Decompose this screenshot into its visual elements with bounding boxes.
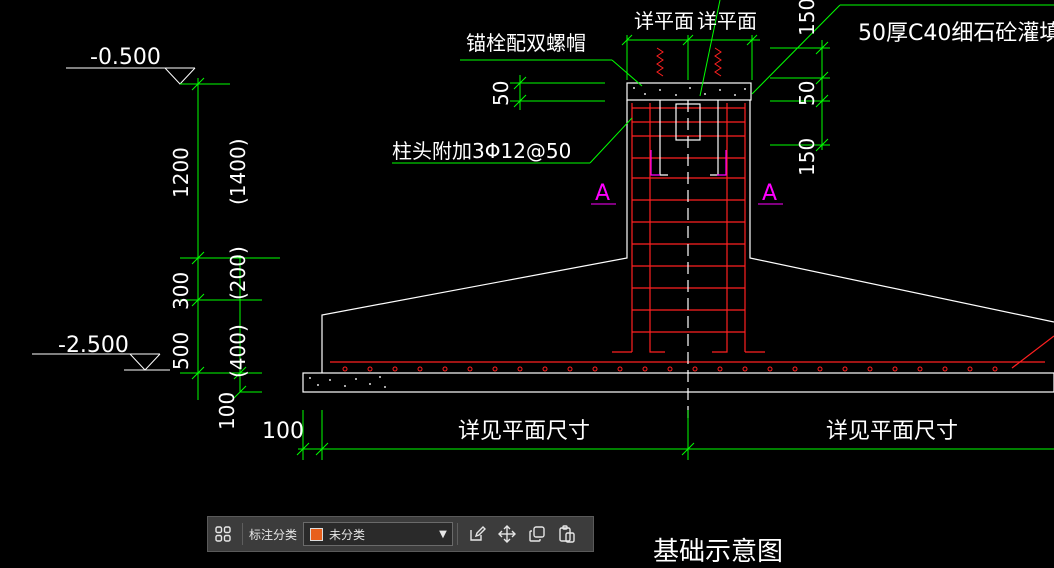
grout-note: 50厚C40细石砼灌填 <box>858 21 1054 46</box>
dim-200-label: (200) <box>226 246 250 300</box>
dim-50-right-label: 50 <box>795 81 819 106</box>
plan-detail-label-1: 详平面 <box>634 9 694 33</box>
svg-text:A: A <box>595 181 610 206</box>
paste-icon[interactable] <box>552 519 582 549</box>
toolbar-divider <box>242 523 243 545</box>
dim-100-vertical-label: 100 <box>215 392 239 430</box>
section-mark-right: A <box>758 181 783 206</box>
concrete-hatch <box>309 87 746 388</box>
dim-300-label: 300 <box>169 272 193 310</box>
cad-drawing-canvas[interactable]: -0.500 -2.500 1200 (1400) 300 (200) 500 … <box>0 0 1054 568</box>
category-color-swatch <box>310 527 324 541</box>
category-value: 未分类 <box>329 527 366 542</box>
anchor-nut-note: 锚栓配双螺帽 <box>466 31 586 55</box>
dim-1200-label: 1200 <box>169 147 193 198</box>
section-mark-left: A <box>591 181 616 206</box>
dim-150-top-label: 150 <box>795 0 819 36</box>
copy-icon[interactable] <box>522 519 552 549</box>
move-icon[interactable] <box>492 519 522 549</box>
bottom-rebar-dots <box>342 366 998 372</box>
annotation-category-label: 标注分类 <box>249 527 298 542</box>
dim-100-horizontal-label: 100 <box>262 419 304 444</box>
dim-1400-label: (1400) <box>226 138 250 205</box>
annotation-category-select[interactable]: 未分类 ▼ <box>303 522 454 546</box>
column-head-note: 柱头附加3Φ12@50 <box>392 139 571 163</box>
plan-size-left-label: 详见平面尺寸 <box>458 419 590 444</box>
annotation-toolbar: 标注分类 未分类 ▼ <box>207 516 594 552</box>
elevation-bottom-label: -2.500 <box>58 333 129 358</box>
drawing-title: 基础示意图 <box>653 537 783 567</box>
dim-150-right-label: 150 <box>795 138 819 176</box>
svg-text:A: A <box>762 181 777 206</box>
anchor-bolts <box>659 100 719 420</box>
dim-500-label: 500 <box>169 332 193 370</box>
dim-400-label: (400) <box>226 324 250 378</box>
dropdown-caret-icon: ▼ <box>439 528 447 540</box>
plan-size-right-label: 详见平面尺寸 <box>826 419 958 444</box>
footing-outline <box>302 82 1054 393</box>
toolbar-divider <box>457 523 459 545</box>
dim-50-left-label: 50 <box>489 81 513 106</box>
edit-icon[interactable] <box>462 519 492 549</box>
bolt-threads <box>656 47 722 77</box>
grid-icon[interactable] <box>208 519 238 549</box>
elevation-top-label: -0.500 <box>90 45 161 70</box>
plan-detail-label-2: 详平面 <box>697 9 757 33</box>
